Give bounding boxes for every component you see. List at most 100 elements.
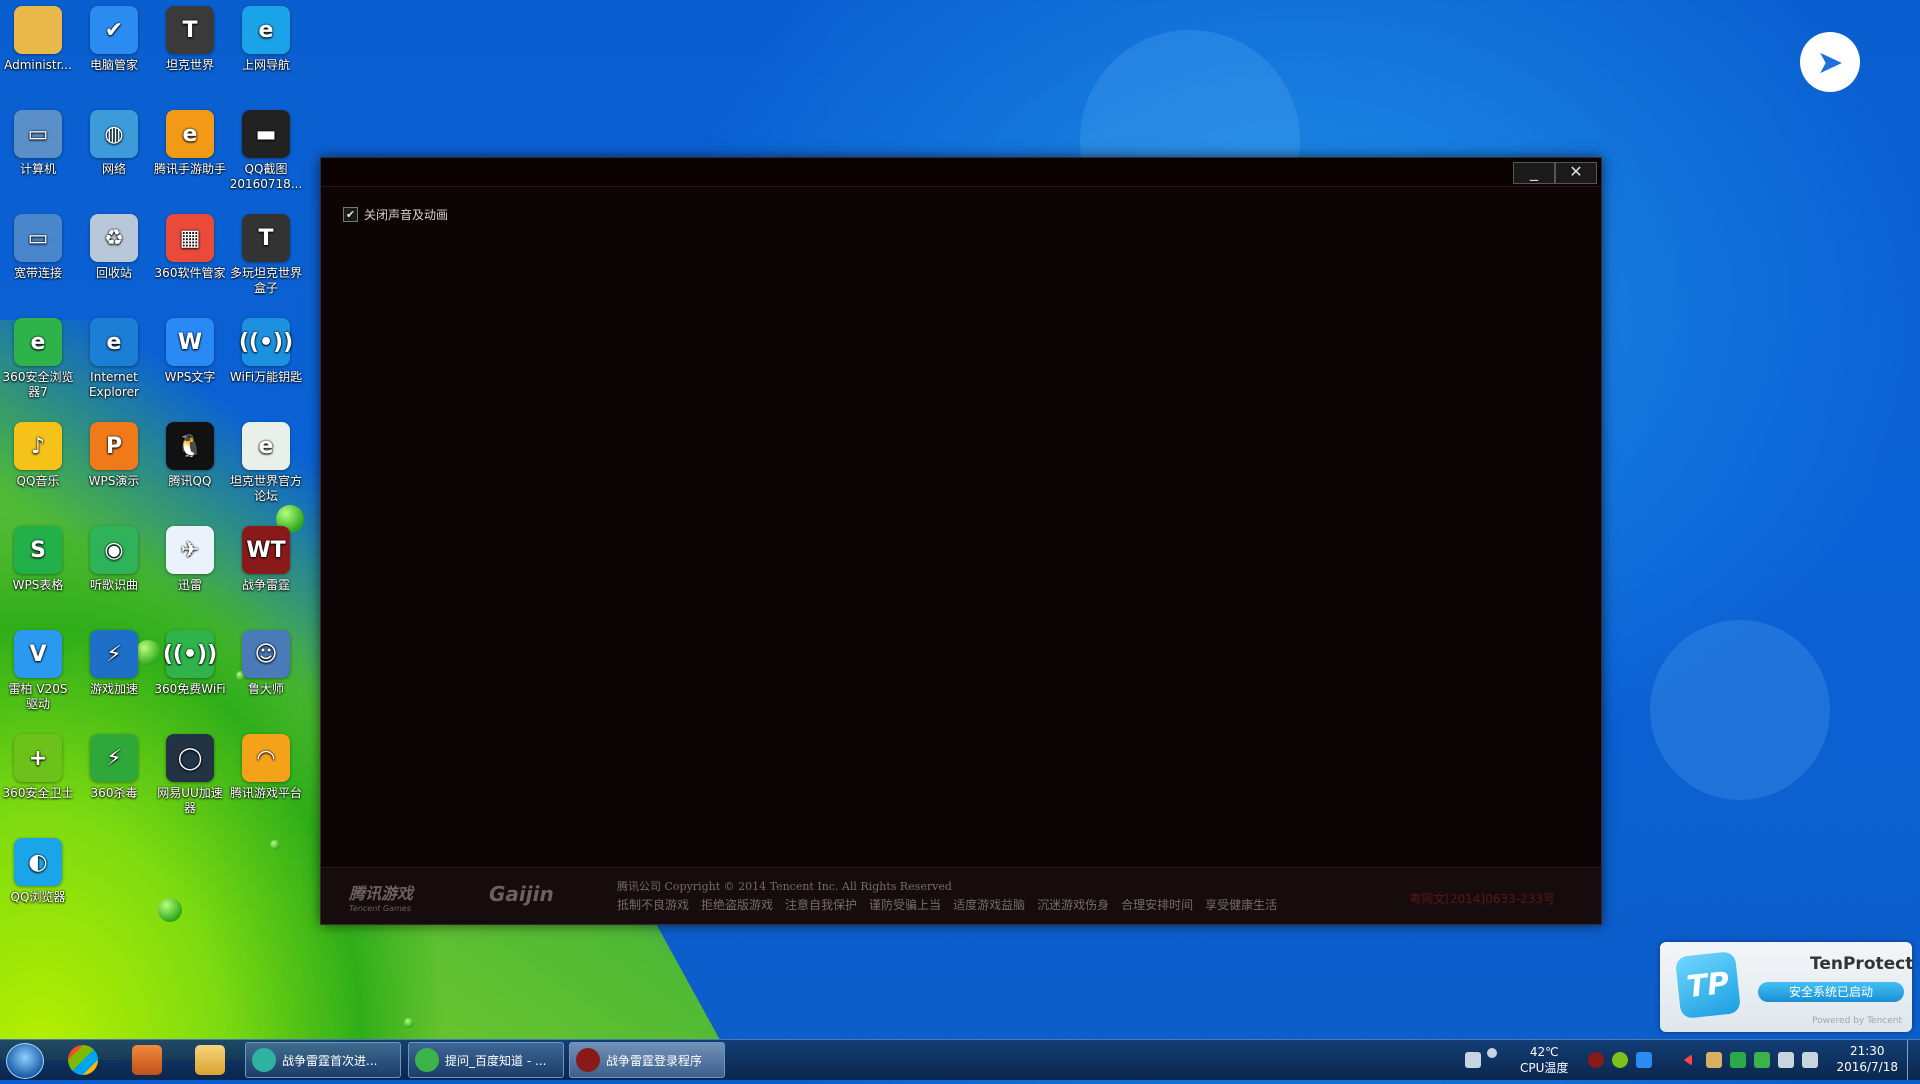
- desktop-icon[interactable]: 🐧 腾讯QQ: [152, 418, 228, 489]
- tray-network-icon[interactable]: [1730, 1052, 1746, 1068]
- desktop-icon-label: 坦克世界: [165, 58, 214, 72]
- desktop-icon[interactable]: ((•)) 360免费WiFi: [152, 626, 228, 697]
- taskbar-task[interactable]: 战争雷霆登录程序: [569, 1042, 725, 1078]
- desktop-icon-label: WPS演示: [88, 474, 140, 488]
- desktop-icon-label: WPS表格: [12, 578, 64, 592]
- start-button[interactable]: [6, 1043, 44, 1079]
- desktop-icon[interactable]: ⚡ 游戏加速: [76, 626, 152, 697]
- desktop-icon[interactable]: S WPS表格: [0, 522, 76, 593]
- tray-help-icon[interactable]: [1487, 1048, 1497, 1058]
- desktop-icon[interactable]: e 腾讯手游助手: [152, 106, 228, 177]
- desktop-icon[interactable]: ✈ 迅雷: [152, 522, 228, 593]
- wps-writer-icon: W: [166, 318, 214, 366]
- quick-launch-windows-icon[interactable]: [68, 1045, 98, 1075]
- wifi-key-icon: ((•)): [239, 318, 293, 366]
- desktop-icon[interactable]: ◠ 腾讯游戏平台: [228, 730, 304, 801]
- ie-icon: e: [242, 6, 290, 54]
- desktop-icon[interactable]: e 上网导航: [228, 2, 304, 73]
- desktop-icon[interactable]: ▦ 360软件管家: [152, 210, 228, 281]
- footer-notice-item: 合理安排时间: [1121, 898, 1194, 912]
- desktop-icon[interactable]: WT 战争雷霆: [228, 522, 304, 593]
- wallpaper-bubble: [404, 1018, 414, 1028]
- desktop-icon[interactable]: ⚡ 360杀毒: [76, 730, 152, 801]
- desktop-icon[interactable]: P WPS演示: [76, 418, 152, 489]
- broadband-icon: ▭: [14, 214, 62, 262]
- tank-game-icon: T: [166, 6, 214, 54]
- desktop-icon[interactable]: ◍ 网络: [76, 106, 152, 177]
- desktop-icon[interactable]: ☺ 鲁大师: [228, 626, 304, 697]
- quick-launch-explorer-icon[interactable]: [195, 1045, 225, 1075]
- 360-browser-task-icon: [415, 1048, 439, 1072]
- quick-launch-media-player-icon[interactable]: [132, 1045, 162, 1075]
- desktop-icon[interactable]: +360安全卫士: [0, 730, 76, 801]
- desktop-icon[interactable]: ◯ 网易UU加速 器: [152, 730, 228, 816]
- desktop-icon-label: 坦克世界官方 论坛: [229, 474, 302, 503]
- desktop-icon[interactable]: ▭ 宽带连接: [0, 210, 76, 281]
- desktop-icon-label: 迅雷: [177, 578, 202, 592]
- taskbar-task-label: 提问_百度知道 - ...: [445, 1053, 547, 1068]
- wallpaper-bubble: [1650, 620, 1830, 800]
- tray-action-center-icon[interactable]: [1802, 1052, 1818, 1068]
- tray-flag-icon[interactable]: [1754, 1052, 1770, 1068]
- folder-icon: [14, 6, 62, 54]
- tray-war-thunder-icon[interactable]: [1588, 1052, 1604, 1068]
- desktop-icon-label: 战争雷霆: [241, 578, 290, 592]
- desktop-icon-label: 腾讯游戏平台: [229, 786, 302, 800]
- minimize-button[interactable]: _: [1513, 162, 1555, 184]
- tray-volume-icon[interactable]: [1778, 1052, 1794, 1068]
- tenprotect-title: TenProtect: [1810, 954, 1914, 974]
- footer-health-notice: 抵制不良游戏 拒绝盗版游戏 注意自我保护 谨防受骗上当 适度游戏益脑 沉迷游戏伤身 合理安排…: [617, 896, 1277, 913]
- mobile-game-icon: e: [166, 110, 214, 158]
- cpu-temperature[interactable]: 42℃ CPU温度: [1520, 1040, 1568, 1084]
- desktop-icon[interactable]: ▬ QQ截图 20160718...: [228, 106, 304, 192]
- window-titlebar[interactable]: _ ✕: [321, 158, 1601, 187]
- xunlei-float-bird-icon[interactable]: ➤: [1800, 32, 1860, 92]
- clock[interactable]: 21:30 2016/7/18: [1836, 1043, 1898, 1075]
- desktop-icon[interactable]: Administr...: [0, 2, 76, 73]
- screenshot-icon: ▬: [242, 110, 290, 158]
- show-desktop-button[interactable]: [1907, 1040, 1920, 1080]
- desktop-icon[interactable]: e 360安全浏览 器7: [0, 314, 76, 400]
- tray-users-icon[interactable]: [1706, 1052, 1722, 1068]
- desktop-icon[interactable]: ♪ QQ音乐: [0, 418, 76, 489]
- desktop-icon[interactable]: ▭ 计算机: [0, 106, 76, 177]
- desktop-icon-label: 网易UU加速 器: [157, 786, 223, 815]
- desktop-icon[interactable]: T 坦克世界: [152, 2, 228, 73]
- tray-360-icon[interactable]: [1612, 1052, 1628, 1068]
- 360-browser-icon: e: [14, 318, 62, 366]
- desktop-icon-label: 360安全卫士: [2, 786, 74, 800]
- desktop-icon[interactable]: T 多玩坦克世界 盒子: [228, 210, 304, 296]
- desktop-icon[interactable]: ✔ 电脑管家: [76, 2, 152, 73]
- song-recognition-icon: ◉: [90, 526, 138, 574]
- desktop-icon[interactable]: V 雷柏 V20S 驱动: [0, 626, 76, 712]
- taskbar-task-label: 战争雷霆登录程序: [606, 1053, 703, 1068]
- shield-icon: ✔: [90, 6, 138, 54]
- desktop-icon[interactable]: ((•)) WiFi万能钥匙: [228, 314, 304, 385]
- mute-animation-option[interactable]: ✔ 关闭声音及动画: [343, 206, 448, 223]
- tencent-game-platform-icon: ◠: [242, 734, 290, 782]
- taskbar-task[interactable]: 提问_百度知道 - ...: [408, 1042, 564, 1078]
- footer-notice-item: 沉迷游戏伤身: [1037, 898, 1110, 912]
- desktop-icon[interactable]: ♻ 回收站: [76, 210, 152, 281]
- desktop-icon-label: 360免费WiFi: [154, 682, 226, 696]
- desktop-icon-label: 上网导航: [241, 58, 290, 72]
- tray-keyboard-icon[interactable]: [1465, 1052, 1481, 1068]
- footer-notice-item: 谨防受骗上当: [869, 898, 942, 912]
- footer-license: 粤网文[2014]0633-233号: [1409, 892, 1555, 906]
- desktop-icon[interactable]: ◐ QQ浏览器: [0, 834, 76, 905]
- desktop-icon[interactable]: W WPS文字: [152, 314, 228, 385]
- mute-checkbox[interactable]: ✔: [343, 207, 358, 222]
- desktop-icon-label: Administr...: [4, 58, 72, 72]
- tray-tencent-icon[interactable]: [1636, 1052, 1652, 1068]
- tray-expand-icon[interactable]: [1684, 1054, 1692, 1066]
- desktop-icon[interactable]: e 坦克世界官方 论坛: [228, 418, 304, 504]
- desktop-icon[interactable]: ◉ 听歌识曲: [76, 522, 152, 593]
- war-thunder-login-window: _ ✕ ✔ 关闭声音及动画 腾讯游戏 Tencent Games Gaijin …: [320, 157, 1602, 925]
- taskbar-task[interactable]: 战争雷霆首次进...: [245, 1042, 401, 1078]
- footer-notice-item: 适度游戏益脑: [953, 898, 1026, 912]
- desktop-icon[interactable]: e Internet Explorer: [76, 314, 152, 400]
- window-footer: 腾讯游戏 Tencent Games Gaijin 腾讯公司 Copyright…: [321, 867, 1601, 924]
- forum-icon: e: [242, 422, 290, 470]
- close-button[interactable]: ✕: [1555, 162, 1597, 184]
- footer-notice-item: 抵制不良游戏: [617, 898, 690, 912]
